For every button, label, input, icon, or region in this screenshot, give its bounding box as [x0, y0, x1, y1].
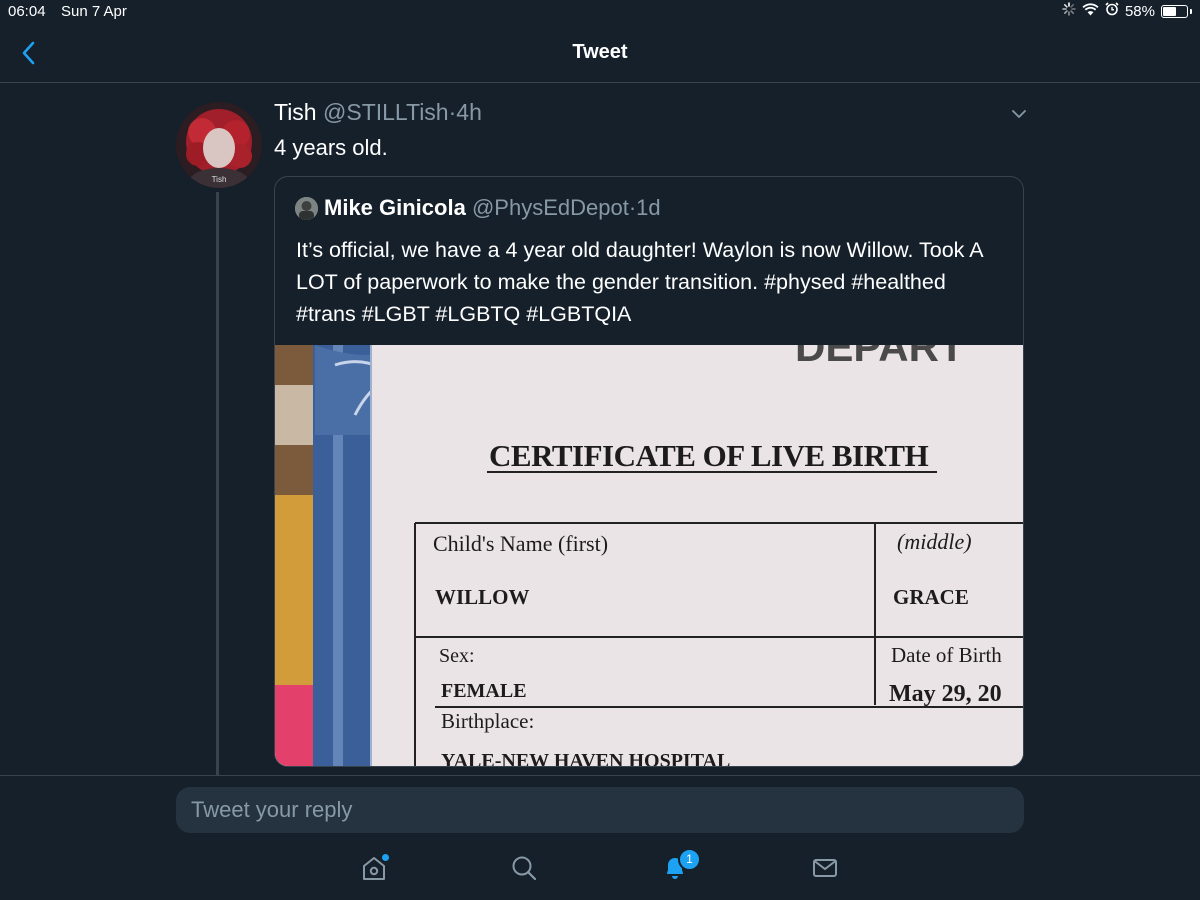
- date-of-birth-label: Date of Birth: [891, 643, 1002, 667]
- quoted-tweet-time: 1d: [636, 195, 661, 220]
- tweet-text: 4 years old.: [274, 135, 388, 160]
- battery-level: [1163, 6, 1176, 16]
- battery-percent: 58%: [1124, 2, 1155, 20]
- notifications-badge: 1: [678, 848, 701, 871]
- tweet-header: Tish @STILLTish·4h: [274, 99, 482, 126]
- battery-icon: [1161, 4, 1188, 18]
- top-navigation: Tweet: [0, 24, 1200, 83]
- status-date: Sun 7 Apr: [61, 3, 127, 20]
- quoted-author-handle: @PhysEdDepot: [471, 195, 629, 220]
- chevron-down-icon: [1012, 110, 1026, 118]
- home-unread-dot: [382, 854, 389, 861]
- middle-name-value: GRACE: [893, 585, 969, 609]
- birthplace-value: YALE-NEW HAVEN HOSPITAL: [441, 750, 731, 767]
- bottom-bar: 1: [0, 775, 1200, 900]
- tab-messages[interactable]: [809, 852, 841, 884]
- activity-spinner-icon: [1062, 2, 1076, 20]
- quoted-tweet[interactable]: Mike Ginicola @PhysEdDepot·1d It’s offic…: [274, 176, 1024, 767]
- page-title: Tweet: [572, 41, 628, 63]
- battery-tip: [1190, 8, 1192, 14]
- quoted-profile-photo: [295, 197, 318, 220]
- avatar-caption: Tish: [211, 175, 227, 184]
- tweet-time: 4h: [456, 99, 482, 125]
- certificate-title: CERTIFICATE OF LIVE BIRTH: [489, 438, 929, 473]
- quoted-tweet-text: It’s official, we have a 4 year old daug…: [296, 238, 983, 326]
- alarm-icon: [1105, 2, 1119, 20]
- first-name-value: WILLOW: [435, 585, 530, 609]
- middle-name-label: (middle): [897, 529, 972, 554]
- search-icon: [512, 856, 537, 881]
- wifi-icon: [1082, 2, 1099, 20]
- tab-search[interactable]: [508, 852, 540, 884]
- status-time: 06:04: [8, 3, 46, 20]
- sex-value: FEMALE: [441, 680, 527, 702]
- thread-line: [216, 192, 219, 775]
- status-bar: 06:04 Sun 7 Apr 58%: [0, 0, 1200, 24]
- status-indicators: 58%: [1062, 2, 1192, 20]
- sex-label: Sex:: [439, 645, 475, 667]
- tweet-options-button[interactable]: [1008, 103, 1030, 125]
- author-name[interactable]: Tish: [274, 99, 317, 125]
- birthplace-label: Birthplace:: [441, 709, 535, 733]
- date-of-birth-value: May 29, 20: [889, 681, 1002, 707]
- quoted-tweet-image[interactable]: DEPART CERTIFICATE OF LIVE BIRTH Child's…: [275, 345, 1023, 767]
- quoted-author-name: Mike Ginicola: [324, 195, 466, 220]
- tweet-screen: 06:04 Sun 7 Apr 58% Tweet Tish Tish @STI…: [0, 0, 1200, 900]
- avatar[interactable]: Tish: [176, 102, 262, 188]
- quoted-avatar: [295, 197, 318, 220]
- messages-icon: [813, 859, 837, 877]
- reply-input[interactable]: [176, 787, 1024, 833]
- certificate-header-fragment: DEPART: [795, 345, 965, 370]
- childs-name-label: Child's Name (first): [433, 531, 609, 556]
- author-handle[interactable]: @STILLTish: [323, 99, 449, 125]
- quoted-tweet-header: Mike Ginicola @PhysEdDepot·1d: [324, 195, 661, 221]
